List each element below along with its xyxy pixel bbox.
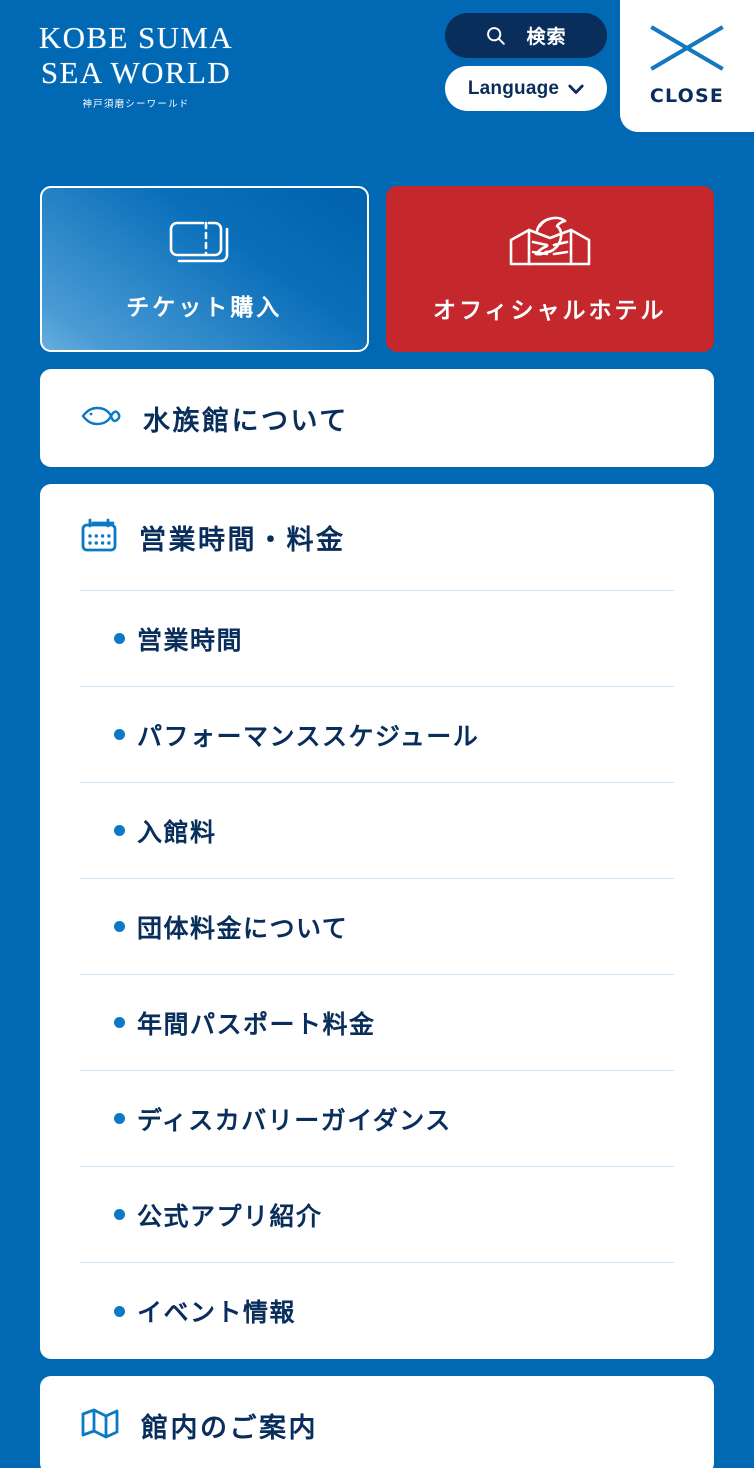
list-item-label: 年間パスポート料金 xyxy=(137,1009,376,1039)
section-facility-guide-header[interactable]: 館内のご案内 xyxy=(80,1376,674,1468)
official-hotel-button[interactable]: オフィシャルホテル xyxy=(385,186,714,352)
chevron-down-icon xyxy=(568,83,584,94)
bullet-icon xyxy=(114,633,125,644)
list-item[interactable]: 入館料 xyxy=(80,783,674,879)
section-hours-pricing-title: 営業時間・料金 xyxy=(139,524,346,556)
list-item-label: ディスカバリーガイダンス xyxy=(137,1105,452,1135)
official-hotel-label: オフィシャルホテル xyxy=(432,297,667,324)
logo-line-1: KOBE SUMA xyxy=(38,20,234,55)
list-item[interactable]: イベント情報 xyxy=(80,1263,674,1359)
list-item-label: 入館料 xyxy=(137,817,217,847)
buy-ticket-button[interactable]: チケット購入 xyxy=(40,186,369,352)
list-item[interactable]: パフォーマンススケジュール xyxy=(80,687,674,783)
list-item-label: イベント情報 xyxy=(137,1298,297,1327)
section-aquarium: 水族館について xyxy=(40,369,714,467)
site-logo[interactable]: KOBE SUMA SEA WORLD 神戸須磨シーワールド xyxy=(21,20,251,110)
header-controls: 検索 Language xyxy=(445,13,607,111)
list-item[interactable]: 公式アプリ紹介 xyxy=(80,1167,674,1263)
search-icon xyxy=(485,25,506,46)
list-item[interactable]: 団体料金について xyxy=(80,879,674,975)
search-button[interactable]: 検索 xyxy=(445,13,607,58)
section-aquarium-header[interactable]: 水族館について xyxy=(80,369,674,467)
list-item[interactable]: 営業時間 xyxy=(80,591,674,687)
close-menu-button[interactable]: CLOSE xyxy=(620,0,754,132)
ticket-icon xyxy=(165,217,243,274)
section-aquarium-title: 水族館について xyxy=(143,405,349,437)
map-icon xyxy=(80,1407,120,1444)
fish-icon xyxy=(80,404,122,433)
close-button-label: CLOSE xyxy=(649,85,725,107)
list-item-label: 営業時間 xyxy=(137,625,244,655)
language-button[interactable]: Language xyxy=(445,66,607,111)
close-x-icon xyxy=(650,25,724,71)
logo-line-2: SEA WORLD xyxy=(40,55,232,90)
list-item-label: パフォーマンススケジュール xyxy=(137,721,480,751)
menu-main: チケット購入 オフィシャルホテル 水族館について 営業時間・料金 営業時間 パフ… xyxy=(0,186,754,1468)
section-hours-pricing: 営業時間・料金 営業時間 パフォーマンススケジュール 入館料 団体料金について … xyxy=(40,484,714,1359)
list-item[interactable]: 年間パスポート料金 xyxy=(80,975,674,1071)
language-button-label: Language xyxy=(467,77,560,99)
primary-action-buttons: チケット購入 オフィシャルホテル xyxy=(40,186,714,352)
bullet-icon xyxy=(114,1017,125,1028)
bullet-icon xyxy=(114,825,125,836)
logo-subtitle: 神戸須磨シーワールド xyxy=(82,99,190,110)
section-hours-pricing-list: 営業時間 パフォーマンススケジュール 入館料 団体料金について 年間パスポート料… xyxy=(80,590,674,1359)
site-header: KOBE SUMA SEA WORLD 神戸須磨シーワールド 検索 Langua… xyxy=(0,0,754,132)
bullet-icon xyxy=(114,729,125,740)
search-button-label: 検索 xyxy=(526,26,567,48)
buy-ticket-label: チケット購入 xyxy=(126,294,283,321)
section-hours-pricing-header[interactable]: 営業時間・料金 xyxy=(80,484,674,590)
bullet-icon xyxy=(114,921,125,932)
bullet-icon xyxy=(114,1113,125,1124)
list-item[interactable]: ディスカバリーガイダンス xyxy=(80,1071,674,1167)
bullet-icon xyxy=(114,1305,125,1317)
section-facility-guide: 館内のご案内 xyxy=(40,1376,714,1468)
list-item-label: 公式アプリ紹介 xyxy=(137,1201,323,1231)
section-facility-guide-title: 館内のご案内 xyxy=(141,1412,318,1444)
bullet-icon xyxy=(114,1209,125,1220)
list-item-label: 団体料金について xyxy=(137,913,349,943)
dolphin-hotel-icon xyxy=(507,214,593,277)
calendar-icon xyxy=(80,517,118,558)
